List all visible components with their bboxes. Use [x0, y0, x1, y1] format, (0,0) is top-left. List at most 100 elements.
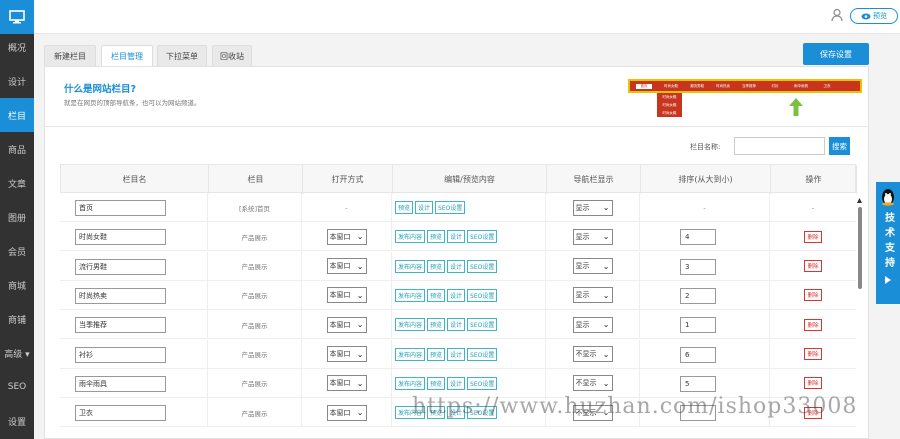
tech-support-button[interactable]: 技术支持	[876, 182, 900, 304]
order-input[interactable]: 5	[680, 375, 716, 392]
tab-recycle-bin[interactable]: 回收站	[212, 45, 252, 67]
action-button[interactable]: SEO设置	[467, 376, 498, 390]
open-mode-select[interactable]: 本窗口 ⌄	[326, 375, 367, 392]
nav-display-select[interactable]: 显示 ⌄	[572, 258, 613, 275]
nav-display-cell: 显示 ⌄	[546, 222, 640, 252]
user-icon[interactable]	[830, 8, 844, 25]
preview-button[interactable]: 预览	[850, 8, 898, 24]
delete-button[interactable]: 删除	[804, 318, 822, 331]
action-button[interactable]: SEO设置	[435, 201, 466, 214]
tab-dropdown-menu[interactable]: 下拉菜单	[157, 45, 207, 67]
action-button[interactable]: 设计	[415, 201, 434, 214]
order-text: -	[703, 203, 706, 212]
sidebar-item[interactable]: 图册	[0, 200, 34, 234]
nav-display-select[interactable]: 显示 ⌄	[572, 287, 613, 304]
action-button[interactable]: 预览	[427, 230, 446, 244]
nav-demo-submenu-item: 时尚女鞋	[662, 95, 677, 99]
action-button[interactable]: SEO设置	[467, 318, 498, 332]
sidebar-item[interactable]: 文章	[0, 166, 34, 200]
delete-button[interactable]: 删除	[804, 348, 822, 360]
action-button[interactable]: 预览	[427, 376, 446, 390]
nav-display-select[interactable]: 显示 ⌄	[572, 228, 613, 245]
order-input[interactable]: 2	[680, 287, 716, 304]
action-button[interactable]: SEO设置	[467, 288, 498, 302]
action-button[interactable]: SEO设置	[467, 347, 498, 361]
chevron-down-icon: ⌄	[356, 349, 364, 359]
delete-button[interactable]: 删除	[804, 260, 822, 273]
nav-display-cell: 显示 ⌄	[546, 251, 640, 281]
tab-new-column[interactable]: 新建栏目	[44, 45, 96, 67]
action-button[interactable]: 设计	[447, 318, 466, 332]
action-button[interactable]: 预览	[427, 288, 446, 302]
action-button[interactable]: 发布内容	[395, 230, 426, 244]
nav-display-select[interactable]: 不显示 ⌄	[572, 375, 613, 392]
column-name-input[interactable]: 首页	[75, 200, 166, 216]
column-name-input[interactable]: 雨伞雨具	[75, 375, 166, 392]
info-title: 什么是网站栏目?	[64, 84, 137, 95]
column-type-cell: [系统]首页	[208, 193, 302, 222]
column-name-input[interactable]: 当季推荐	[75, 317, 166, 334]
action-button[interactable]: 设计	[447, 376, 466, 390]
tab-column-manage[interactable]: 栏目管理	[101, 45, 153, 67]
sidebar-item[interactable]: 栏目	[0, 98, 34, 132]
order-input[interactable]: 6	[680, 346, 716, 363]
action-button[interactable]: SEO设置	[467, 259, 498, 273]
action-button[interactable]: 预览	[395, 201, 414, 214]
action-button[interactable]: 设计	[447, 288, 466, 302]
column-type-cell: 产品展示	[208, 251, 302, 281]
nav-display-value: 不显示	[575, 350, 597, 358]
order-input[interactable]: 1	[680, 317, 716, 334]
delete-button[interactable]: 删除	[804, 289, 822, 302]
monitor-icon[interactable]	[0, 0, 34, 34]
open-mode-cell: 本窗口 ⌄	[302, 280, 392, 310]
action-button[interactable]: 预览	[427, 259, 446, 273]
nav-display-cell: 显示 ⌄	[546, 193, 640, 222]
open-mode-select[interactable]: 本窗口 ⌄	[326, 258, 367, 275]
save-button[interactable]: 保存设置	[803, 43, 869, 65]
sidebar-item[interactable]: 设置	[0, 404, 34, 438]
nav-demo-item: 时尚女鞋	[664, 83, 678, 88]
action-button[interactable]: 发布内容	[395, 376, 426, 390]
column-header: 栏目名	[61, 165, 209, 194]
sidebar-item[interactable]: 商品	[0, 132, 34, 166]
nav-display-select[interactable]: 显示 ⌄	[572, 316, 613, 333]
action-button[interactable]: 发布内容	[395, 347, 426, 361]
open-mode-select[interactable]: 本窗口 ⌄	[326, 228, 367, 245]
action-button[interactable]: 预览	[427, 347, 446, 361]
column-name-input[interactable]: 流行男鞋	[75, 258, 166, 275]
open-mode-select[interactable]: 本窗口 ⌄	[326, 316, 367, 333]
action-button[interactable]: 设计	[447, 347, 466, 361]
open-mode-select[interactable]: 本窗口 ⌄	[326, 404, 367, 421]
sidebar-item[interactable]: 会员	[0, 234, 34, 268]
chevron-down-icon: ⌄	[356, 232, 364, 242]
scrollbar-thumb[interactable]	[858, 207, 862, 289]
action-button[interactable]: 发布内容	[395, 288, 426, 302]
action-button[interactable]: 发布内容	[395, 318, 426, 332]
action-button[interactable]: 设计	[447, 230, 466, 244]
sidebar-item[interactable]: 高级 ▾	[0, 336, 34, 370]
action-button[interactable]: 设计	[447, 259, 466, 273]
open-mode-select[interactable]: 本窗口 ⌄	[326, 287, 367, 304]
sidebar-item[interactable]: SEO	[0, 370, 34, 404]
nav-display-select[interactable]: 显示 ⌄	[572, 199, 613, 216]
edit-preview-cell: 发布内容 预览 设计 SEO设置	[392, 310, 546, 340]
action-button[interactable]: SEO设置	[467, 230, 498, 244]
column-name-input[interactable]: 卫衣	[75, 405, 166, 422]
delete-button[interactable]: 删除	[804, 230, 822, 243]
action-button[interactable]: 发布内容	[395, 259, 426, 273]
delete-button[interactable]: 删除	[804, 377, 822, 390]
sidebar-item[interactable]: 设计	[0, 64, 34, 98]
column-name-input[interactable]: 时尚女鞋	[75, 229, 166, 246]
action-button[interactable]: 预览	[427, 318, 446, 332]
order-input[interactable]: 3	[680, 258, 716, 275]
sidebar-item[interactable]: 商城	[0, 268, 34, 302]
search-button[interactable]: 搜索	[829, 137, 850, 155]
nav-display-select[interactable]: 不显示 ⌄	[572, 346, 613, 362]
sidebar-item[interactable]: 商铺	[0, 302, 34, 336]
column-name-search-input[interactable]	[734, 137, 825, 155]
order-input[interactable]: 4	[680, 229, 716, 246]
column-name-input[interactable]: 时尚热卖	[75, 287, 166, 304]
open-mode-select[interactable]: 本窗口 ⌄	[326, 346, 367, 362]
sidebar-item[interactable]: 概况	[0, 30, 34, 64]
column-name-input[interactable]: 衬衫	[75, 346, 166, 363]
